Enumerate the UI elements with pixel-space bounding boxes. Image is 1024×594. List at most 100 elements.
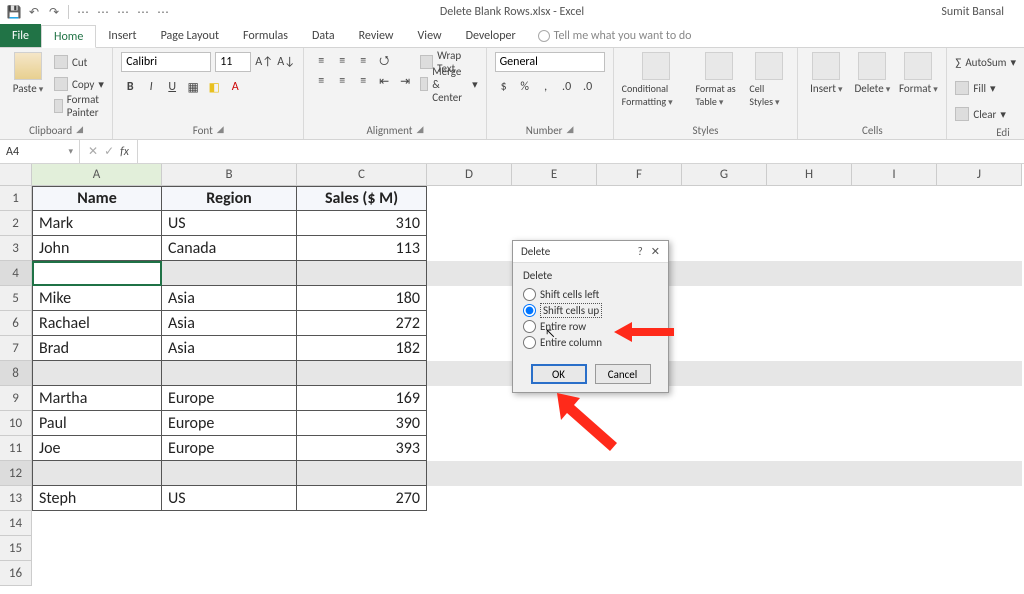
cell-sales[interactable]: 272	[297, 311, 427, 336]
copy-button[interactable]: Copy ▾	[54, 74, 104, 94]
table-head-region[interactable]: Region	[162, 186, 297, 211]
radio-shift-left[interactable]: Shift cells left	[523, 286, 658, 302]
fill-color-button[interactable]: ◧	[205, 78, 223, 96]
orientation-icon[interactable]: ⭯	[375, 52, 393, 70]
chevron-down-icon[interactable]: ▾	[68, 146, 73, 157]
qat-icon[interactable]: ⋯	[155, 4, 171, 20]
col-header-c[interactable]: C	[297, 164, 427, 186]
col-header-g[interactable]: G	[682, 164, 767, 186]
align-right-icon[interactable]: ≡	[354, 72, 372, 90]
cell-sales[interactable]: 390	[297, 411, 427, 436]
row-header[interactable]: 14	[0, 511, 32, 536]
tab-formulas[interactable]: Formulas	[231, 24, 300, 47]
comma-icon[interactable]: ,	[537, 78, 555, 96]
save-icon[interactable]: 💾	[6, 4, 22, 20]
cell-name[interactable]	[32, 261, 162, 286]
cell-region[interactable]: Europe	[162, 436, 297, 461]
col-header-i[interactable]: I	[852, 164, 937, 186]
row-header[interactable]: 9	[0, 386, 32, 411]
col-header-e[interactable]: E	[512, 164, 597, 186]
redo-icon[interactable]: ↷	[46, 4, 62, 20]
row-header[interactable]: 3	[0, 236, 32, 261]
cell-region[interactable]: Asia	[162, 311, 297, 336]
cell-name[interactable]: John	[32, 236, 162, 261]
radio-entire-column[interactable]: Entire column	[523, 334, 658, 350]
tab-insert[interactable]: Insert	[96, 24, 148, 47]
tab-review[interactable]: Review	[347, 24, 406, 47]
delete-cells-button[interactable]: Delete	[852, 52, 892, 95]
enter-icon[interactable]: ✓	[104, 144, 114, 159]
cell-sales[interactable]: 169	[297, 386, 427, 411]
cell-sales[interactable]: 180	[297, 286, 427, 311]
table-head-sales[interactable]: Sales ($ M)	[297, 186, 427, 211]
cell-sales[interactable]	[297, 461, 427, 486]
col-header-j[interactable]: J	[937, 164, 1022, 186]
col-header-h[interactable]: H	[767, 164, 852, 186]
cancel-icon[interactable]: ✕	[88, 144, 98, 159]
tab-data[interactable]: Data	[300, 24, 347, 47]
tell-me[interactable]: Tell me what you want to do	[538, 24, 692, 47]
align-middle-icon[interactable]: ≡	[333, 52, 351, 70]
cancel-button[interactable]: Cancel	[595, 364, 651, 384]
row-header[interactable]: 4	[0, 261, 32, 286]
cell-sales[interactable]: 182	[297, 336, 427, 361]
decrease-font-icon[interactable]: A↓	[277, 53, 295, 71]
cell-name[interactable]: Paul	[32, 411, 162, 436]
col-header-a[interactable]: A	[32, 164, 162, 186]
dialog-launcher-icon[interactable]: ◢	[416, 124, 423, 137]
conditional-formatting-button[interactable]: Conditional Formatting	[622, 52, 690, 108]
percent-icon[interactable]: %	[516, 78, 534, 96]
increase-indent-icon[interactable]: ⇥	[396, 72, 414, 90]
col-header-b[interactable]: B	[162, 164, 297, 186]
align-left-icon[interactable]: ≡	[312, 72, 330, 90]
paste-button[interactable]: Paste	[8, 52, 48, 95]
cell-region[interactable]: Canada	[162, 236, 297, 261]
cell-sales[interactable]: 270	[297, 486, 427, 511]
format-cells-button[interactable]: Format	[898, 52, 938, 95]
italic-button[interactable]: I	[142, 78, 160, 96]
tab-view[interactable]: View	[406, 24, 454, 47]
cell-region[interactable]: Asia	[162, 336, 297, 361]
radio-shift-up[interactable]: Shift cells up	[523, 302, 658, 318]
cell-name[interactable]: Joe	[32, 436, 162, 461]
row-header[interactable]: 15	[0, 536, 32, 561]
increase-font-icon[interactable]: A↑	[255, 53, 273, 71]
table-head-name[interactable]: Name	[32, 186, 162, 211]
format-as-table-button[interactable]: Format as Table	[695, 52, 743, 108]
row-header[interactable]: 7	[0, 336, 32, 361]
format-painter-button[interactable]: Format Painter	[54, 96, 104, 116]
tab-file[interactable]: File	[0, 24, 41, 47]
row-header[interactable]: 5	[0, 286, 32, 311]
col-header-d[interactable]: D	[427, 164, 512, 186]
name-box[interactable]: A4 ▾	[0, 140, 80, 163]
qat-icon[interactable]: ⋯	[75, 4, 91, 20]
align-top-icon[interactable]: ≡	[312, 52, 330, 70]
ok-button[interactable]: OK	[531, 364, 587, 384]
cell-sales[interactable]: 310	[297, 211, 427, 236]
dialog-launcher-icon[interactable]: ◢	[76, 124, 83, 137]
qat-icon[interactable]: ⋯	[95, 4, 111, 20]
decrease-decimal-icon[interactable]: .0	[579, 78, 597, 96]
cell-region[interactable]	[162, 461, 297, 486]
cell-sales[interactable]: 393	[297, 436, 427, 461]
undo-icon[interactable]: ↶	[26, 4, 42, 20]
row-header[interactable]: 8	[0, 361, 32, 386]
close-icon[interactable]: ✕	[651, 245, 660, 258]
row-header[interactable]: 10	[0, 411, 32, 436]
qat-icon[interactable]: ⋯	[115, 4, 131, 20]
accounting-icon[interactable]: $	[495, 78, 513, 96]
row-header[interactable]: 13	[0, 486, 32, 511]
dialog-launcher-icon[interactable]: ◢	[217, 124, 224, 137]
cell-region[interactable]: Europe	[162, 411, 297, 436]
autosum-button[interactable]: ∑ AutoSum ▾	[955, 52, 1016, 72]
cell-region[interactable]: US	[162, 486, 297, 511]
clear-button[interactable]: Clear ▾	[955, 104, 1006, 124]
cell-region[interactable]	[162, 361, 297, 386]
border-button[interactable]: ▦	[184, 78, 202, 96]
tab-page-layout[interactable]: Page Layout	[149, 24, 231, 47]
tab-developer[interactable]: Developer	[454, 24, 528, 47]
row-header[interactable]: 11	[0, 436, 32, 461]
cell-name[interactable]: Martha	[32, 386, 162, 411]
cut-button[interactable]: Cut	[54, 52, 104, 72]
cell-name[interactable]: Steph	[32, 486, 162, 511]
